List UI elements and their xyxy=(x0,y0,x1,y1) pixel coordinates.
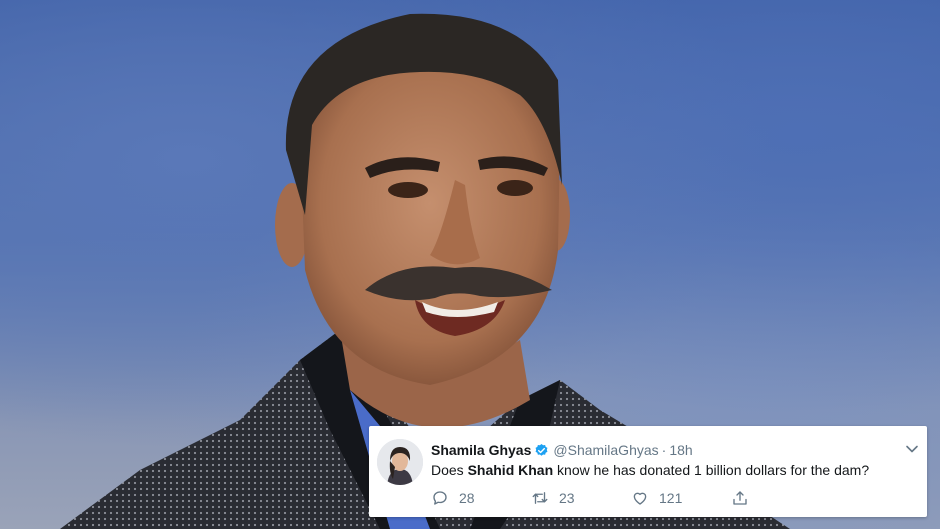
retweet-button[interactable]: 23 xyxy=(531,489,631,507)
reply-button[interactable]: 28 xyxy=(431,489,531,507)
tweet-text-before: Does xyxy=(431,462,468,478)
user-handle[interactable]: @ShamilaGhyas xyxy=(553,441,658,459)
retweet-icon xyxy=(532,492,548,504)
avatar[interactable] xyxy=(377,439,423,485)
tweet-text: Does Shahid Khan know he has donated 1 b… xyxy=(431,461,869,479)
chevron-down-icon[interactable] xyxy=(905,442,919,456)
tweet-actions: 28 23 121 xyxy=(431,488,749,508)
avatar-image xyxy=(377,439,423,485)
heart-icon xyxy=(633,492,647,505)
like-button[interactable]: 121 xyxy=(631,489,731,507)
tweet-timestamp[interactable]: 18h xyxy=(669,441,692,459)
tweet-card[interactable]: Shamila Ghyas @ShamilaGhyas · 18h Does S… xyxy=(369,426,927,517)
reply-icon xyxy=(433,491,447,505)
reply-count: 28 xyxy=(459,490,475,506)
share-button[interactable] xyxy=(731,489,749,507)
tweet-text-mention: Shahid Khan xyxy=(467,462,554,478)
tweet-text-after: know he has donated 1 billion dollars fo… xyxy=(553,462,870,478)
separator-dot: · xyxy=(661,442,667,458)
like-count: 121 xyxy=(659,490,683,506)
verified-badge-icon xyxy=(535,443,548,456)
display-name[interactable]: Shamila Ghyas xyxy=(431,441,531,459)
retweet-count: 23 xyxy=(559,490,575,506)
share-icon xyxy=(733,491,747,505)
tweet-header: Shamila Ghyas @ShamilaGhyas · 18h xyxy=(431,441,693,459)
